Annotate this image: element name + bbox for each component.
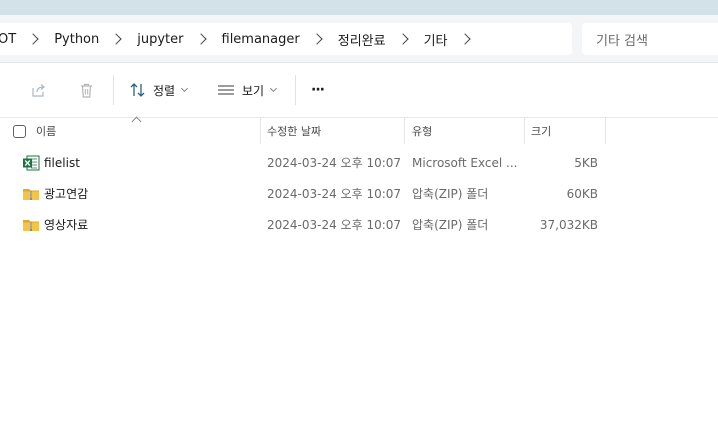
view-button[interactable]: 보기 — [217, 78, 278, 102]
share-icon — [32, 83, 45, 97]
excel-file-icon — [23, 155, 40, 170]
chevron-right-icon[interactable] — [311, 33, 323, 45]
toolbar-divider — [113, 75, 114, 105]
file-type: 압축(ZIP) 폴더 — [412, 187, 489, 201]
file-name-cell: 영상자료 — [22, 209, 260, 240]
file-type: Microsoft Excel ... — [412, 155, 518, 170]
file-size: 37,032KB — [539, 217, 598, 232]
file-row[interactable]: 광고연감 2024-03-24 오후 10:07 압축(ZIP) 폴더 60KB — [0, 178, 718, 209]
file-size: 5KB — [574, 155, 598, 170]
column-divider[interactable] — [524, 118, 525, 144]
column-divider[interactable] — [605, 118, 606, 144]
column-header-row: 이름 수정한 날짜 유형 크기 — [0, 116, 718, 144]
file-modified: 2024-03-24 오후 10:07 — [267, 156, 402, 170]
breadcrumb[interactable]: OT Python jupyter filemanager 정리완료 기타 — [0, 23, 572, 55]
breadcrumb-item-current[interactable]: 기타 — [420, 30, 452, 49]
sort-label: 정렬 — [153, 83, 176, 98]
file-name: 광고연감 — [44, 187, 89, 201]
column-divider[interactable] — [260, 118, 261, 144]
chevron-down-icon — [181, 84, 189, 93]
more-icon: ··· — [311, 82, 325, 98]
trash-icon — [81, 83, 92, 98]
breadcrumb-item-done[interactable]: 정리완료 — [334, 30, 390, 49]
command-toolbar: 정렬 보기 ··· — [0, 63, 718, 118]
file-row[interactable]: filelist 2024-03-24 오후 10:07 Microsoft E… — [0, 147, 718, 178]
share-button[interactable] — [30, 78, 47, 102]
view-label: 보기 — [242, 83, 265, 98]
toolbar-divider — [295, 75, 296, 105]
chevron-right-icon[interactable] — [396, 33, 409, 45]
breadcrumb-item-root[interactable]: OT — [0, 32, 20, 47]
breadcrumb-item-jupyter[interactable]: jupyter — [133, 32, 187, 47]
file-row[interactable]: 영상자료 2024-03-24 오후 10:07 압축(ZIP) 폴더 37,0… — [0, 209, 718, 240]
more-options-button[interactable]: ··· — [311, 78, 325, 102]
column-header-type[interactable]: 유형 — [412, 118, 524, 144]
file-name-cell: filelist — [22, 147, 260, 178]
address-bar: OT Python jupyter filemanager 정리완료 기타 기타… — [0, 15, 718, 63]
list-view-icon — [218, 85, 234, 95]
file-name: 영상자료 — [44, 218, 89, 232]
zip-folder-icon — [23, 188, 39, 200]
sort-button[interactable]: 정렬 — [129, 78, 189, 102]
breadcrumb-item-python[interactable]: Python — [50, 32, 103, 47]
window-top-strip — [0, 0, 718, 15]
chevron-right-icon[interactable] — [27, 33, 39, 45]
search-placeholder: 기타 검색 — [596, 33, 648, 49]
chevron-down-icon — [270, 84, 278, 93]
search-input[interactable]: 기타 검색 — [582, 23, 718, 55]
column-header-name[interactable]: 이름 — [36, 118, 260, 144]
column-header-size[interactable]: 크기 — [531, 118, 605, 144]
file-modified: 2024-03-24 오후 10:07 — [267, 187, 402, 201]
chevron-right-icon[interactable] — [110, 33, 122, 45]
file-name: filelist — [44, 155, 80, 170]
delete-button[interactable] — [78, 78, 95, 102]
chevron-right-icon[interactable] — [194, 33, 207, 45]
breadcrumb-item-filemanager[interactable]: filemanager — [218, 32, 304, 47]
column-divider[interactable] — [404, 118, 405, 144]
file-name-cell: 광고연감 — [22, 178, 260, 209]
sort-icon — [130, 83, 145, 97]
chevron-right-icon[interactable] — [458, 33, 471, 45]
column-header-modified[interactable]: 수정한 날짜 — [267, 118, 404, 144]
file-size: 60KB — [566, 186, 598, 201]
select-all-checkbox[interactable] — [13, 125, 26, 138]
zip-folder-icon — [23, 219, 39, 231]
file-type: 압축(ZIP) 폴더 — [412, 218, 489, 232]
file-modified: 2024-03-24 오후 10:07 — [267, 218, 402, 232]
